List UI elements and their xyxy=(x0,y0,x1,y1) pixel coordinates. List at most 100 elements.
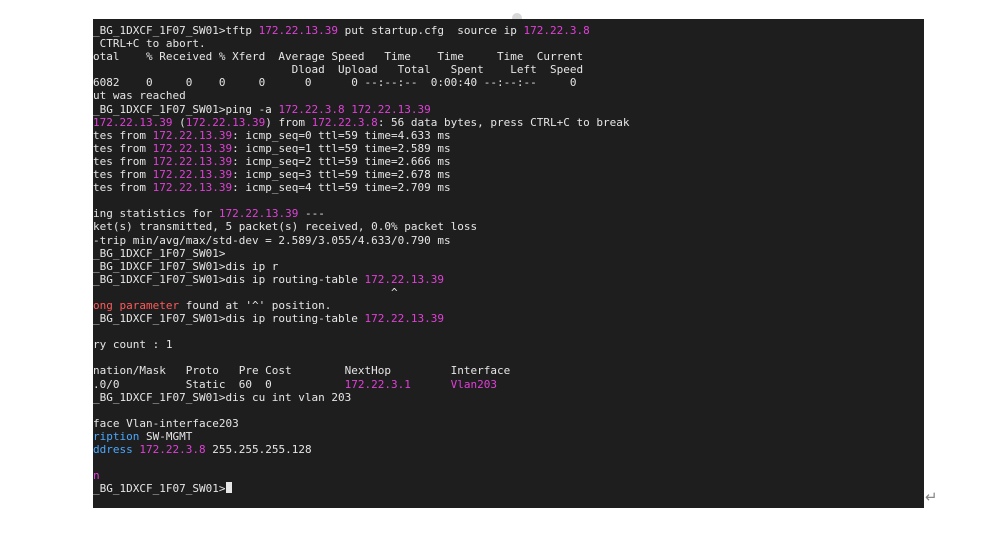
highlighted-text: 172.22.13.39 xyxy=(152,128,233,142)
terminal-text: : icmp_seq=2 ttl=59 time=2.666 ms xyxy=(232,154,451,168)
error-text: ong parameter xyxy=(93,298,180,312)
highlighted-text: 172.22.3.8 xyxy=(311,115,378,129)
terminal-window[interactable]: _BG_1DXCF_1F07_SW01>tftp 172.22.13.39 pu… xyxy=(93,19,924,508)
terminal-line: Dload Upload Total Spent Left Speed xyxy=(93,63,629,76)
terminal-line: _BG_1DXCF_1F07_SW01>dis ip routing-table… xyxy=(93,312,629,325)
terminal-text: ket(s) transmitted, 5 packet(s) received… xyxy=(93,220,478,234)
terminal-line: tes from 172.22.13.39: icmp_seq=2 ttl=59… xyxy=(93,155,629,168)
terminal-line: ong parameter found at '^' position. xyxy=(93,299,629,312)
terminal-text: 255.255.255.128 xyxy=(205,443,312,456)
keyword-text: ddress xyxy=(93,443,133,456)
terminal-text: : icmp_seq=0 ttl=59 time=4.633 ms xyxy=(232,128,451,142)
terminal-text: : icmp_seq=1 ttl=59 time=2.589 ms xyxy=(232,141,451,155)
terminal-text: ( xyxy=(172,115,186,129)
keyword-text: ription xyxy=(93,429,140,443)
terminal-text: tes from xyxy=(93,181,153,195)
highlighted-text: 172.22.13.39 xyxy=(364,272,445,286)
terminal-text: _BG_1DXCF_1F07_SW01>ping -a xyxy=(93,102,279,116)
terminal-text: -trip min/avg/max/std-dev = 2.589/3.055/… xyxy=(93,233,451,247)
terminal-text: _BG_1DXCF_1F07_SW01>dis ip routing-table xyxy=(93,312,365,326)
highlighted-text: 172.22.3.8 xyxy=(139,443,206,456)
terminal-line: _BG_1DXCF_1F07_SW01> xyxy=(93,247,629,260)
terminal-line: nation/Mask Proto Pre Cost NextHop Inter… xyxy=(93,364,629,377)
highlighted-text: 172.22.13.39 xyxy=(152,181,233,195)
terminal-line: _BG_1DXCF_1F07_SW01>dis ip routing-table… xyxy=(93,273,629,286)
terminal-line: CTRL+C to abort. xyxy=(93,37,629,50)
terminal-text: _BG_1DXCF_1F07_SW01>dis ip routing-table xyxy=(93,272,365,286)
terminal-line: face Vlan-interface203 xyxy=(93,417,629,430)
terminal-text: tes from xyxy=(93,141,153,155)
terminal-text: .0/0 Static 60 0 xyxy=(93,377,345,391)
terminal-line: ket(s) transmitted, 5 packet(s) received… xyxy=(93,220,629,233)
terminal-text: tes from xyxy=(93,168,153,182)
terminal-text: nation/Mask Proto Pre Cost NextHop Inter… xyxy=(93,364,511,378)
highlighted-text: 172.22.13.39 xyxy=(351,102,431,116)
terminal-text: ) from xyxy=(265,115,312,129)
terminal-line: ry count : 1 xyxy=(93,338,629,351)
terminal-text: tes from xyxy=(93,154,153,168)
terminal-text: _BG_1DXCF_1F07_SW01> xyxy=(93,246,226,260)
terminal-text: otal % Received % Xferd Average Speed Ti… xyxy=(93,50,584,64)
terminal-text: --- xyxy=(298,207,325,221)
terminal-output: _BG_1DXCF_1F07_SW01>tftp 172.22.13.39 pu… xyxy=(93,24,629,495)
terminal-text: _BG_1DXCF_1F07_SW01>dis ip r xyxy=(93,259,279,273)
highlighted-text: n xyxy=(93,469,100,483)
terminal-line: tes from 172.22.13.39: icmp_seq=3 ttl=59… xyxy=(93,168,629,181)
terminal-text: _BG_1DXCF_1F07_SW01>dis cu int vlan 203 xyxy=(93,390,352,404)
terminal-text: ^ xyxy=(93,285,398,299)
terminal-line: _BG_1DXCF_1F07_SW01>dis ip r xyxy=(93,260,629,273)
terminal-text: : icmp_seq=4 ttl=59 time=2.709 ms xyxy=(232,181,451,195)
terminal-line: _BG_1DXCF_1F07_SW01>tftp 172.22.13.39 pu… xyxy=(93,24,629,37)
highlighted-text: 172.22.13.39 xyxy=(152,141,233,155)
terminal-line: .0/0 Static 60 0 172.22.3.1 Vlan203 xyxy=(93,378,629,391)
terminal-text: : icmp_seq=3 ttl=59 time=2.678 ms xyxy=(232,168,451,182)
terminal-text: found at '^' position. xyxy=(179,298,332,312)
terminal-line: tes from 172.22.13.39: icmp_seq=0 ttl=59… xyxy=(93,129,629,142)
highlighted-text: Vlan203 xyxy=(450,377,498,391)
highlighted-text: 172.22.13.39 xyxy=(258,24,339,37)
highlighted-text: 172.22.13.39 xyxy=(218,207,299,221)
terminal-line: tes from 172.22.13.39: icmp_seq=1 ttl=59… xyxy=(93,142,629,155)
highlighted-text: 172.22.3.8 xyxy=(278,102,345,116)
highlighted-text: 172.22.13.39 xyxy=(152,154,233,168)
highlighted-text: 172.22.13.39 xyxy=(185,115,266,129)
terminal-text: face Vlan-interface203 xyxy=(93,416,239,430)
terminal-line: ut was reached xyxy=(93,89,629,102)
terminal-line: ription SW-MGMT xyxy=(93,430,629,443)
terminal-line: ddress 172.22.3.8 255.255.255.128 xyxy=(93,443,629,456)
terminal-line: 6082 0 0 0 0 0 0 --:--:-- 0:00:40 --:--:… xyxy=(93,76,629,89)
terminal-line: ing statistics for 172.22.13.39 --- xyxy=(93,207,629,220)
terminal-line: _BG_1DXCF_1F07_SW01> xyxy=(93,482,629,495)
terminal-line: tes from 172.22.13.39: icmp_seq=4 ttl=59… xyxy=(93,181,629,194)
terminal-text: _BG_1DXCF_1F07_SW01> xyxy=(93,482,226,496)
terminal-text: ry count : 1 xyxy=(93,338,173,352)
terminal-text: put startup.cfg source ip xyxy=(338,24,524,37)
terminal-text: CTRL+C to abort. xyxy=(93,37,206,51)
terminal-line: otal % Received % Xferd Average Speed Ti… xyxy=(93,50,629,63)
terminal-text: tes from xyxy=(93,128,153,142)
paragraph-return-icon: ↵ xyxy=(925,488,938,506)
terminal-line: n xyxy=(93,469,629,482)
terminal-line: -trip min/avg/max/std-dev = 2.589/3.055/… xyxy=(93,234,629,247)
terminal-text: Dload Upload Total Spent Left Speed xyxy=(93,63,584,77)
highlighted-text: 172.22.13.39 xyxy=(93,115,173,129)
text-cursor xyxy=(226,482,233,494)
terminal-text: : 56 data bytes, press CTRL+C to break xyxy=(377,115,630,129)
highlighted-text: 172.22.13.39 xyxy=(152,168,233,182)
terminal-line: _BG_1DXCF_1F07_SW01>ping -a 172.22.3.8 1… xyxy=(93,103,629,116)
terminal-line: 172.22.13.39 (172.22.13.39) from 172.22.… xyxy=(93,116,629,129)
terminal-line: _BG_1DXCF_1F07_SW01>dis cu int vlan 203 xyxy=(93,391,629,404)
terminal-text: SW-MGMT xyxy=(139,429,193,443)
terminal-text: ing statistics for xyxy=(93,207,219,221)
terminal-line: ^ xyxy=(93,286,629,299)
highlighted-text: 172.22.13.39 xyxy=(364,312,445,326)
highlighted-text: 172.22.3.8 xyxy=(523,24,590,37)
terminal-text: 6082 0 0 0 0 0 0 --:--:-- 0:00:40 --:--:… xyxy=(93,76,577,90)
highlighted-text: 172.22.3.1 xyxy=(344,377,411,391)
